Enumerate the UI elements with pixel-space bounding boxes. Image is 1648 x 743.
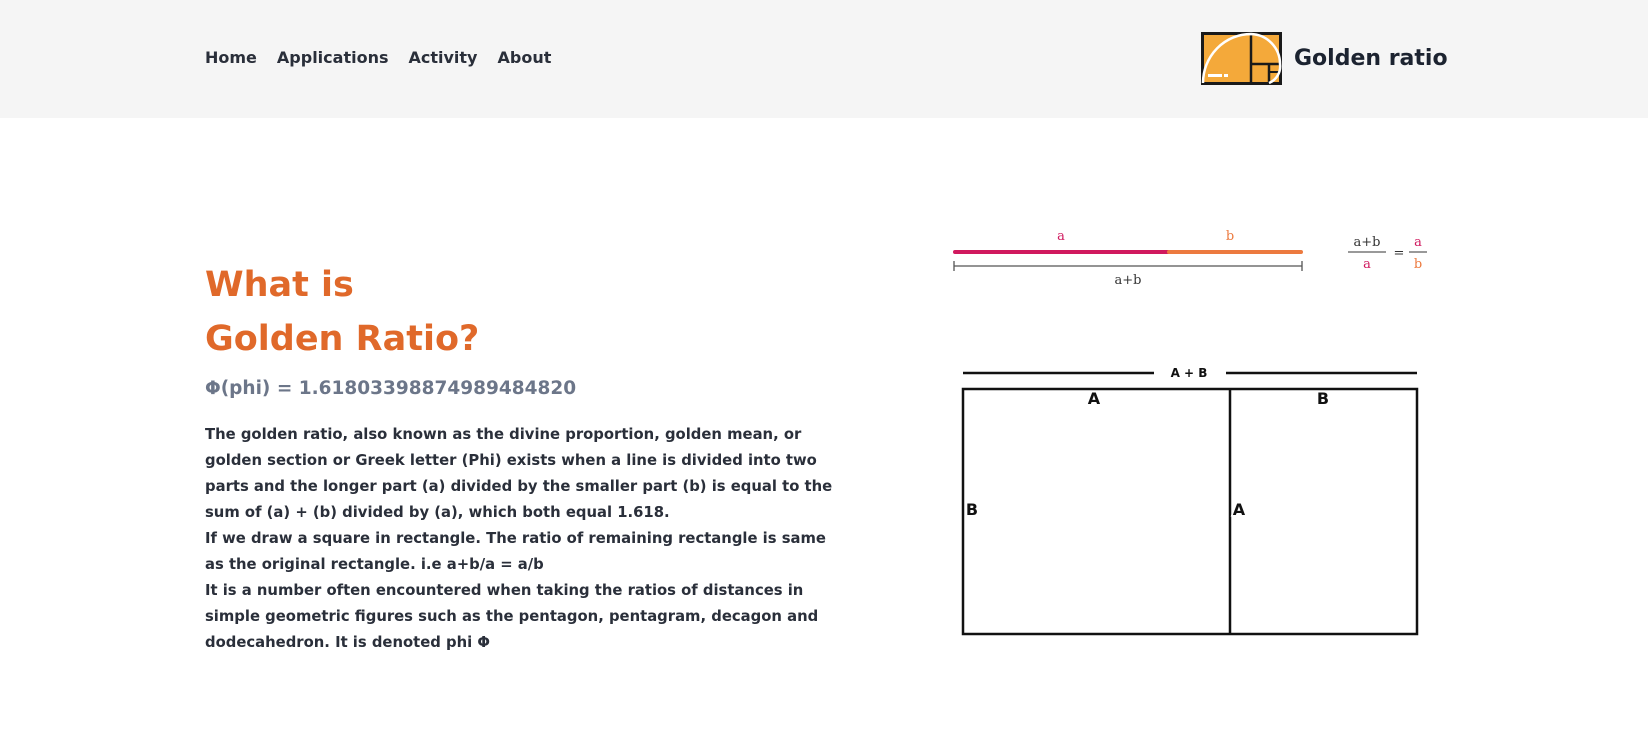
- description-paragraph-3: It is a number often encountered when ta…: [205, 582, 819, 651]
- main-nav: Home Applications Activity About: [205, 48, 551, 67]
- page-title: What is Golden Ratio?: [205, 258, 479, 366]
- golden-spiral-logo-icon: [1201, 32, 1282, 85]
- line-label-total: a+b: [1115, 273, 1142, 288]
- outer-rectangle: [961, 387, 1419, 636]
- title-line-1: What is: [205, 265, 354, 305]
- rect-top-label: A + B: [1171, 366, 1208, 380]
- brand-name: Golden ratio: [1294, 46, 1448, 71]
- rect-label-middle-a: A: [1233, 500, 1246, 519]
- nav-applications-link[interactable]: Applications: [277, 48, 389, 67]
- brand[interactable]: Golden ratio: [1201, 32, 1448, 85]
- line-label-b: b: [1226, 229, 1234, 244]
- rect-label-left-b: B: [966, 500, 978, 519]
- rect-label-top-a: A: [1088, 389, 1101, 408]
- description-paragraph-2: If we draw a square in rectangle. The ra…: [205, 530, 826, 573]
- golden-rectangle-diagram: A + B A B B A: [961, 365, 1419, 636]
- line-ratio-diagram: a b a+b a+b a = a b: [953, 229, 1427, 288]
- description: The golden ratio, also known as the divi…: [205, 422, 845, 656]
- description-paragraph-1: The golden ratio, also known as the divi…: [205, 426, 833, 521]
- formula-denominator-left: a: [1363, 257, 1371, 272]
- formula-denominator-right: b: [1414, 257, 1422, 272]
- formula-numerator-right: a: [1414, 235, 1422, 250]
- line-label-a: a: [1057, 229, 1065, 244]
- phi-value: Φ(phi) = 1.61803398874989484820: [205, 378, 577, 399]
- nav-about-link[interactable]: About: [497, 48, 551, 67]
- nav-activity-link[interactable]: Activity: [408, 48, 477, 67]
- title-line-2: Golden Ratio?: [205, 319, 480, 359]
- rect-label-top-b: B: [1317, 389, 1329, 408]
- site-header: Home Applications Activity About Golden …: [0, 0, 1648, 118]
- formula-equals: =: [1394, 246, 1405, 261]
- nav-home-link[interactable]: Home: [205, 48, 257, 67]
- formula-numerator-left: a+b: [1354, 235, 1381, 250]
